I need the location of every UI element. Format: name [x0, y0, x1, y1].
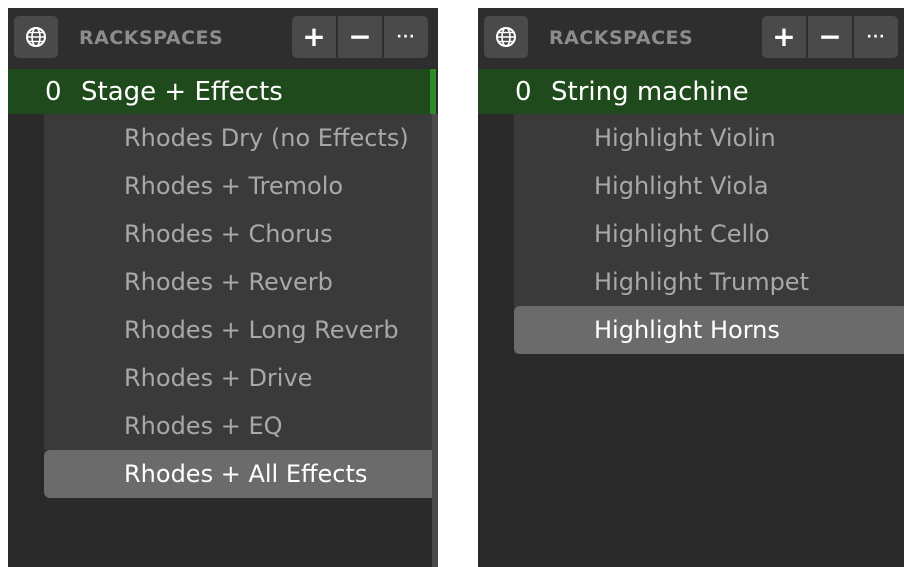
global-rackspace-button[interactable] — [14, 16, 58, 58]
rackspace-active-indicator — [430, 69, 436, 114]
panel-title: RACKSPACES — [549, 27, 694, 49]
variation-item[interactable]: Rhodes + Chorus — [44, 210, 438, 258]
remove-rackspace-button[interactable]: − — [338, 16, 382, 58]
panel-header: RACKSPACES + − ··· — [478, 8, 904, 68]
rackspace-row-selected[interactable]: 0 Stage + Effects — [8, 69, 436, 114]
rackspace-button-group: + − ··· — [292, 16, 428, 58]
variation-item[interactable]: Rhodes + Long Reverb — [44, 306, 438, 354]
remove-rackspace-button[interactable]: − — [808, 16, 852, 58]
rackspace-name: Stage + Effects — [81, 76, 283, 107]
variation-item[interactable]: Highlight Viola — [514, 162, 904, 210]
variation-item[interactable]: Highlight Violin — [514, 114, 904, 162]
variation-item-selected[interactable]: Rhodes + All Effects — [44, 450, 438, 498]
more-options-button[interactable]: ··· — [384, 16, 428, 58]
add-rackspace-button[interactable]: + — [292, 16, 336, 58]
rackspaces-panel-left: RACKSPACES + − ··· 0 Stage + Effects Rho… — [8, 8, 438, 567]
globe-icon — [496, 27, 516, 47]
globe-icon — [26, 27, 46, 47]
rackspace-index: 0 — [515, 76, 532, 107]
rackspace-name: String machine — [551, 76, 749, 107]
rackspace-button-group: + − ··· — [762, 16, 898, 58]
variation-item[interactable]: Rhodes + EQ — [44, 402, 438, 450]
panel-header: RACKSPACES + − ··· — [8, 8, 438, 68]
variation-item[interactable]: Rhodes + Drive — [44, 354, 438, 402]
variation-list: Rhodes Dry (no Effects) Rhodes + Tremolo… — [44, 114, 438, 498]
variation-item[interactable]: Rhodes Dry (no Effects) — [44, 114, 438, 162]
rackspace-row-selected[interactable]: 0 String machine — [478, 69, 904, 114]
add-rackspace-button[interactable]: + — [762, 16, 806, 58]
vertical-scrollbar[interactable] — [432, 114, 438, 567]
global-rackspace-button[interactable] — [484, 16, 528, 58]
variation-item-selected[interactable]: Highlight Horns — [514, 306, 904, 354]
variation-item[interactable]: Highlight Trumpet — [514, 258, 904, 306]
rackspaces-panel-right: RACKSPACES + − ··· 0 String machine High… — [478, 8, 904, 567]
panel-title: RACKSPACES — [79, 27, 224, 49]
variation-item[interactable]: Highlight Cello — [514, 210, 904, 258]
variation-item[interactable]: Rhodes + Tremolo — [44, 162, 438, 210]
rackspace-index: 0 — [45, 76, 62, 107]
variation-item[interactable]: Rhodes + Reverb — [44, 258, 438, 306]
variation-list: Highlight Violin Highlight Viola Highlig… — [514, 114, 904, 354]
more-options-button[interactable]: ··· — [854, 16, 898, 58]
